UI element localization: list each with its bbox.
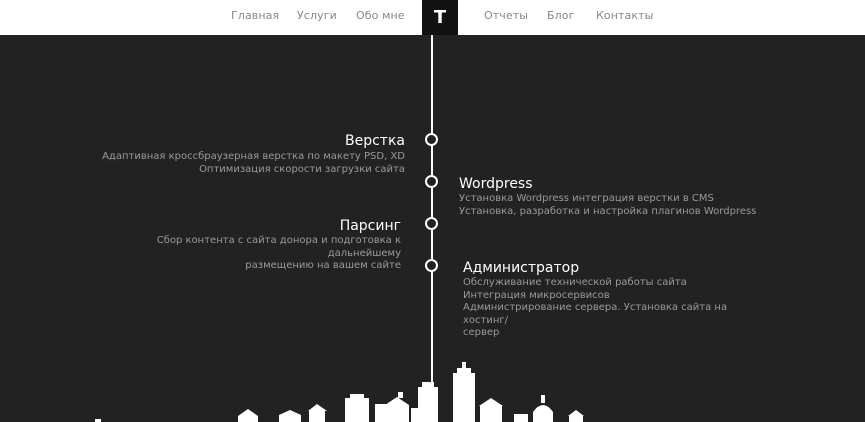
- timeline-item-desc: Обслуживание технической работы сайта Ин…: [463, 277, 768, 340]
- desc-line: Обслуживание технической работы сайта: [463, 277, 687, 288]
- top-nav-bar: Главная Услуги Обо мне T Отчеты Блог Кон…: [0, 0, 865, 35]
- desc-line: Сбор контента с сайта донора и подготовк…: [156, 235, 401, 259]
- timeline-item-title: Администратор: [463, 260, 580, 276]
- nav-link-contacts[interactable]: Контакты: [596, 9, 653, 22]
- timeline-node: [425, 133, 438, 146]
- timeline-item-desc: Адаптивная кроссбраузерная верстка по ма…: [85, 151, 405, 176]
- city-skyline-icon: [95, 362, 584, 422]
- desc-line: Администрирование сервера. Установка сай…: [463, 302, 728, 326]
- site-logo[interactable]: T: [422, 0, 458, 35]
- timeline-node: [425, 175, 438, 188]
- timeline-item-title: Парсинг: [339, 218, 401, 234]
- nav-link-about[interactable]: Обо мне: [356, 9, 405, 22]
- nav-link-blog[interactable]: Блог: [547, 9, 575, 22]
- timeline-item-title: Верстка: [345, 133, 405, 149]
- timeline-item-title: Wordpress: [459, 176, 533, 192]
- desc-line: сервер: [463, 327, 500, 338]
- desc-line: Адаптивная кроссбраузерная верстка по ма…: [102, 151, 405, 162]
- nav-link-reports[interactable]: Отчеты: [484, 9, 528, 22]
- timeline-item-desc: Установка Wordpress интеграция верстки в…: [459, 193, 779, 218]
- nav-link-home[interactable]: Главная: [231, 9, 279, 22]
- timeline-node: [425, 217, 438, 230]
- nav-link-services[interactable]: Услуги: [297, 9, 337, 22]
- desc-line: Оптимизация скорости загрузки сайта: [199, 163, 405, 175]
- desc-line: Интеграция микросервисов: [463, 289, 610, 301]
- timeline-node: [425, 259, 438, 272]
- timeline-item-desc: Сбор контента с сайта донора и подготовк…: [81, 235, 401, 273]
- desc-line: Установка Wordpress интеграция верстки в…: [459, 193, 714, 204]
- desc-line: Установка, разработка и настройка плагин…: [459, 205, 757, 217]
- desc-line: размещению на вашем сайте: [245, 260, 401, 271]
